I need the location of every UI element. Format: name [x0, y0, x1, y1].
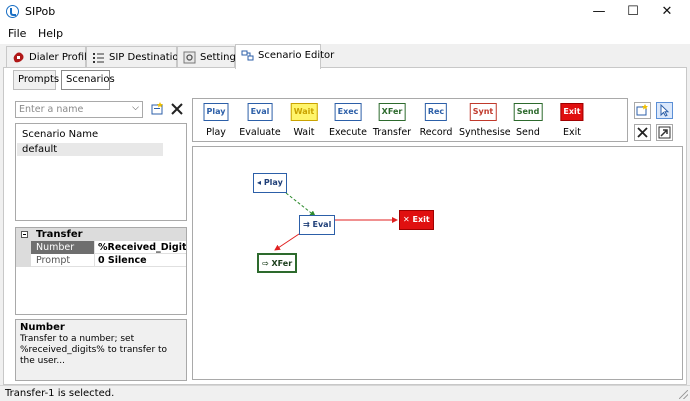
new-node-icon: [636, 104, 648, 116]
property-value[interactable]: 0 Silence: [96, 254, 186, 267]
description-text: Transfer to a number; set %received_digi…: [20, 334, 168, 366]
phone-app-icon: [6, 5, 19, 18]
node-label: Exit: [412, 215, 430, 224]
new-scenario-icon[interactable]: [150, 101, 165, 116]
property-name: Prompt: [31, 254, 95, 267]
node-play[interactable]: ◂ Play: [253, 173, 287, 193]
tab-scenario-editor[interactable]: Scenario Editor: [235, 44, 334, 69]
new-node-button[interactable]: [634, 102, 651, 119]
node-label: Play: [263, 178, 283, 187]
evaluate-icon: Eval: [247, 103, 273, 121]
node-label: Eval: [312, 220, 332, 229]
scenario-list: Scenario Name default: [15, 123, 187, 221]
delete-icon: [637, 127, 648, 138]
window-title: SIPob: [25, 5, 56, 18]
main-tabs: Dialer Profiles SIP Destinations Setting…: [0, 44, 690, 69]
close-button[interactable]: ✕: [650, 0, 684, 24]
exit-icon: Exit: [560, 103, 584, 121]
toolbar-label: Wait: [293, 127, 315, 138]
tab-label: Scenario Editor: [258, 50, 335, 61]
description-title: Number: [20, 322, 65, 333]
connection-play-eval: [285, 192, 316, 217]
node-xfer[interactable]: ⇨ XFer: [257, 253, 298, 273]
property-row-prompt[interactable]: Prompt 0 Silence: [16, 254, 186, 267]
chevron-down-icon: ⌵: [132, 103, 139, 113]
send-icon: Send: [513, 103, 543, 121]
node-eval[interactable]: ⇉ Eval: [299, 215, 336, 235]
property-grid: Transfer Number %Received_Digits% Prompt…: [15, 227, 187, 315]
toolbar-button-wait[interactable]: Wait Wait: [283, 103, 325, 141]
property-category-label: Transfer: [36, 229, 83, 240]
property-row-number[interactable]: Number %Received_Digits%: [16, 241, 186, 254]
toolbar-label: Synthesise: [459, 127, 511, 138]
action-toolbar: Play Play Eval Evaluate Wait Wait Exec E…: [192, 98, 628, 142]
connection-eval-xfer: [274, 233, 300, 251]
arrow-link-icon: [658, 126, 671, 139]
menu-bar: File Help: [0, 24, 690, 44]
toolbar-button-record[interactable]: Rec Record: [415, 103, 457, 141]
property-category[interactable]: Transfer: [16, 228, 186, 241]
status-bar: Transfer-1 is selected.: [0, 385, 690, 401]
tab-sip-destinations[interactable]: SIP Destinations: [86, 46, 190, 68]
minimize-button[interactable]: —: [582, 0, 616, 24]
play-icon: Play: [203, 103, 229, 121]
list-item[interactable]: default: [17, 143, 163, 156]
toolbar-button-transfer[interactable]: XFer Transfer: [371, 103, 413, 141]
collapse-icon[interactable]: [21, 231, 28, 238]
menu-file[interactable]: File: [8, 27, 26, 40]
toolbar-button-exit[interactable]: Exit Exit: [551, 103, 593, 141]
toolbar-label: Execute: [329, 127, 367, 138]
synthesise-icon: Synt: [469, 103, 497, 121]
subtab-prompts[interactable]: Prompts: [13, 70, 59, 90]
flow-icon: [241, 50, 254, 61]
list-icon: [93, 53, 104, 63]
scenario-name-combo[interactable]: Enter a name ⌵: [15, 101, 143, 118]
select-tool-button[interactable]: [656, 102, 673, 119]
toolbar-button-send[interactable]: Send Send: [507, 103, 549, 141]
toolbar-button-evaluate[interactable]: Eval Evaluate: [239, 103, 281, 141]
link-tool-button[interactable]: [656, 124, 673, 141]
execute-icon: Exec: [334, 103, 362, 121]
tab-settings[interactable]: Settings: [177, 46, 241, 68]
delete-node-button[interactable]: [634, 124, 651, 141]
property-description: Number Transfer to a number; set %receiv…: [15, 319, 187, 381]
combo-placeholder: Enter a name: [19, 104, 84, 115]
record-icon: Rec: [424, 103, 448, 121]
scenario-canvas[interactable]: ◂ Play ⇉ Eval ✕ Exit ⇨ XFer: [192, 146, 683, 380]
node-exit[interactable]: ✕ Exit: [399, 210, 434, 230]
toolbar-label: Evaluate: [239, 127, 281, 138]
resize-grip-icon[interactable]: [679, 390, 688, 399]
toolbar-label: Record: [419, 127, 453, 138]
transfer-icon: ⇨: [262, 259, 269, 268]
toolbar-button-synthesise[interactable]: Synt Synthesise: [459, 103, 511, 141]
gear-icon: [183, 51, 196, 64]
toolbar-label: Transfer: [372, 127, 412, 138]
wait-icon: Wait: [290, 103, 318, 121]
node-label: XFer: [271, 259, 293, 268]
title-bar: SIPob — ☐ ✕: [0, 0, 690, 24]
menu-help[interactable]: Help: [38, 27, 63, 40]
exit-icon: ✕: [403, 215, 410, 224]
toolbar-button-play[interactable]: Play Play: [195, 103, 237, 141]
tab-dialer-profiles[interactable]: Dialer Profiles: [6, 46, 98, 68]
toolbar-label: Send: [516, 127, 540, 138]
maximize-button[interactable]: ☐: [616, 0, 650, 24]
play-icon: ◂: [257, 178, 262, 187]
phone-icon: [13, 52, 24, 63]
list-header-scenario-name: Scenario Name: [22, 129, 99, 140]
property-value[interactable]: %Received_Digits%: [96, 241, 186, 254]
property-name: Number: [31, 241, 95, 254]
transfer-icon: XFer: [378, 103, 406, 121]
pointer-icon: [660, 103, 670, 117]
row-gutter: [16, 241, 31, 254]
evaluate-icon: ⇉: [303, 220, 310, 229]
toolbar-label: Exit: [563, 127, 581, 138]
row-gutter: [16, 254, 31, 267]
toolbar-button-execute[interactable]: Exec Execute: [327, 103, 369, 141]
subtab-scenarios[interactable]: Scenarios: [61, 70, 115, 90]
status-text: Transfer-1 is selected.: [5, 388, 115, 399]
toolbar-label: Play: [206, 127, 226, 138]
delete-icon[interactable]: [170, 102, 184, 116]
